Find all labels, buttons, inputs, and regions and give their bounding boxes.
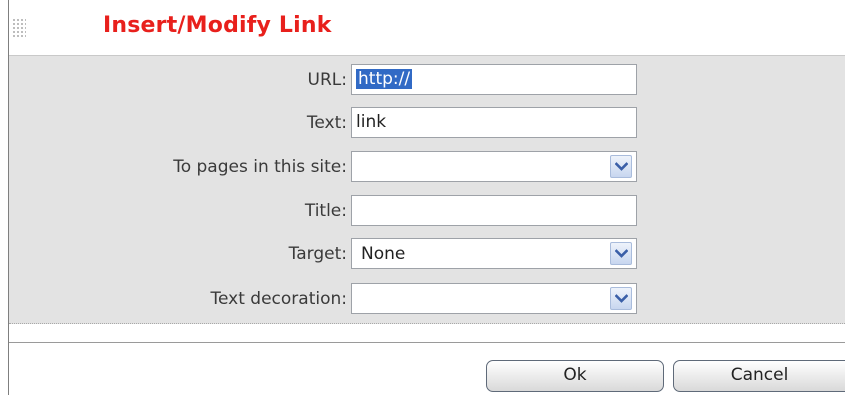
- text-row: Text: link: [9, 107, 845, 140]
- drag-grip-icon[interactable]: [12, 18, 26, 38]
- chevron-down-icon: [615, 162, 628, 171]
- dialog-title: Insert/Modify Link: [103, 13, 332, 38]
- pages-row: To pages in this site:: [9, 151, 845, 184]
- target-selected-value: None: [361, 244, 406, 264]
- ok-button[interactable]: Ok: [486, 360, 664, 392]
- title-row: Title:: [9, 195, 845, 228]
- pages-label: To pages in this site:: [173, 157, 347, 177]
- decoration-dropdown-button[interactable]: [610, 287, 632, 310]
- chevron-down-icon: [615, 249, 628, 258]
- dialog-titlebar[interactable]: Insert/Modify Link: [9, 0, 845, 55]
- button-bar-separator: [9, 342, 845, 343]
- url-input[interactable]: http://: [351, 64, 637, 95]
- decoration-select[interactable]: [351, 283, 637, 314]
- decoration-label: Text decoration:: [210, 289, 347, 309]
- panel-divider: [9, 322, 845, 324]
- target-row: Target: None: [9, 238, 845, 271]
- target-dropdown-button[interactable]: [610, 242, 632, 265]
- title-label: Title:: [304, 201, 347, 221]
- cancel-button[interactable]: Cancel: [673, 360, 845, 392]
- url-label: URL:: [307, 70, 347, 90]
- target-select[interactable]: None: [351, 238, 637, 269]
- pages-select[interactable]: [351, 151, 637, 182]
- text-label: Text:: [306, 113, 347, 133]
- title-input[interactable]: [351, 195, 637, 226]
- insert-modify-link-dialog: Insert/Modify Link URL: http:// Text: li…: [0, 0, 845, 395]
- form-panel: URL: http:// Text: link To pages in this…: [9, 55, 845, 324]
- url-value: http://: [356, 69, 413, 89]
- pages-dropdown-button[interactable]: [610, 155, 632, 178]
- url-row: URL: http://: [9, 64, 845, 97]
- decoration-row: Text decoration:: [9, 283, 845, 316]
- text-value: link: [356, 112, 387, 132]
- chevron-down-icon: [615, 294, 628, 303]
- target-label: Target:: [288, 244, 347, 264]
- text-input[interactable]: link: [351, 107, 637, 138]
